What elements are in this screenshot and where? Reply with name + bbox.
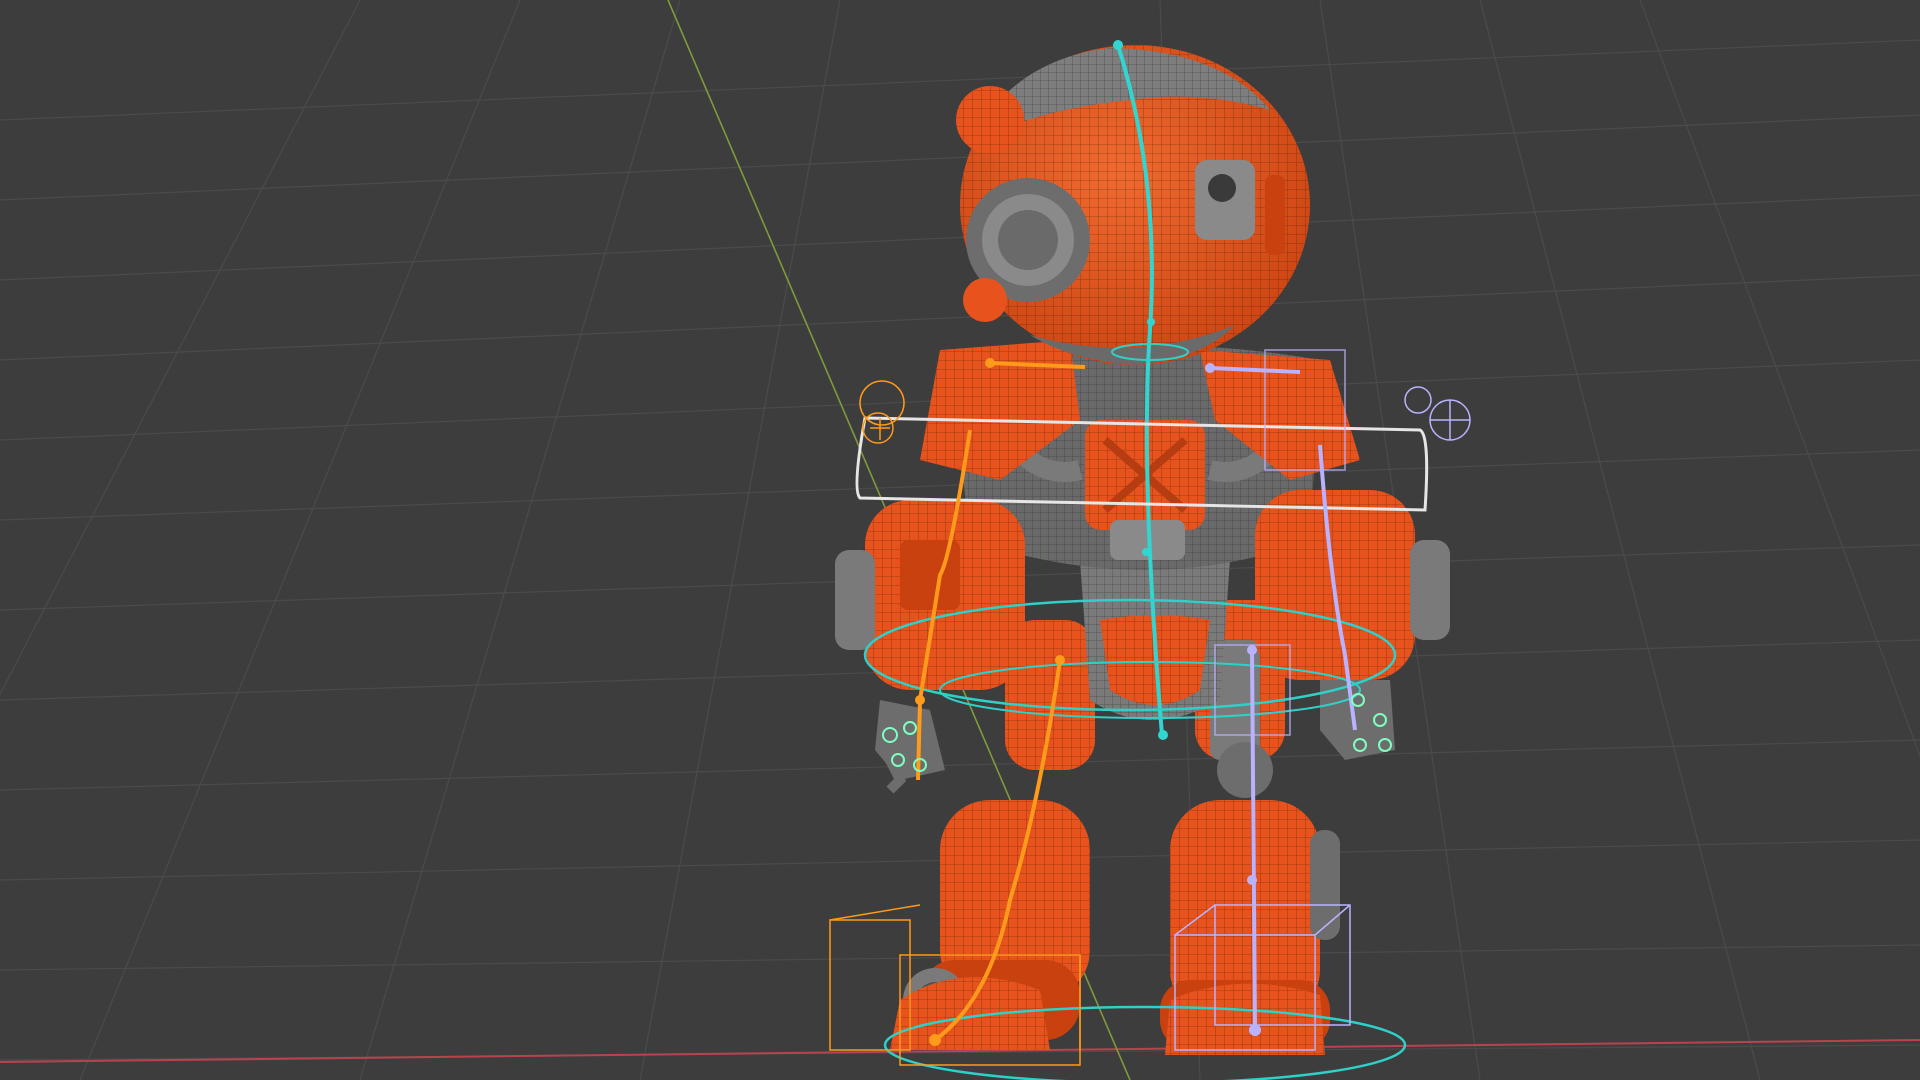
head-bone-tip[interactable] bbox=[1113, 40, 1123, 50]
robot-model[interactable] bbox=[835, 45, 1450, 1055]
neck-joint[interactable] bbox=[1147, 318, 1155, 326]
right-foot bbox=[1165, 983, 1325, 1055]
3d-viewport[interactable] bbox=[0, 0, 1920, 1080]
spine-joint[interactable] bbox=[1142, 548, 1150, 556]
hip-joint[interactable] bbox=[1158, 730, 1168, 740]
